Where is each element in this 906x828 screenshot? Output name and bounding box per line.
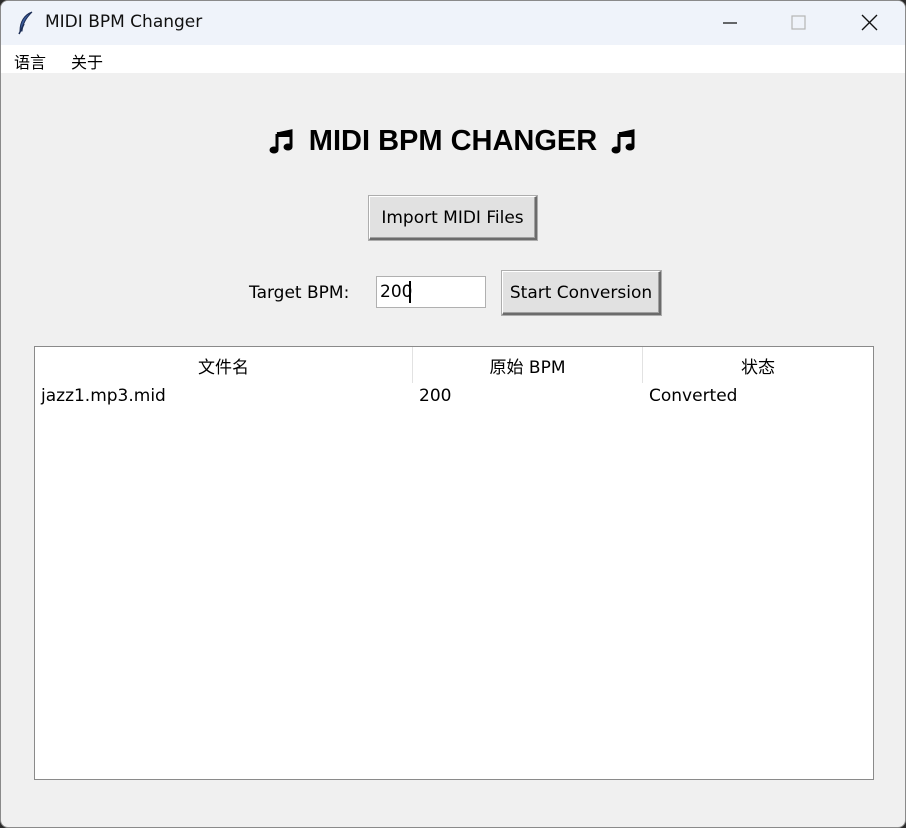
target-bpm-input[interactable] <box>376 276 486 308</box>
window-title: MIDI BPM Changer <box>45 12 203 32</box>
column-header-status[interactable]: 状态 <box>643 347 873 383</box>
music-note-icon <box>269 128 293 153</box>
main-content: MIDI BPM CHANGER Import MIDI Files Targe… <box>1 73 905 827</box>
cell-original-bpm: 200 <box>419 386 452 406</box>
title-bar[interactable]: MIDI BPM Changer <box>1 1 905 45</box>
app-window: MIDI BPM Changer 语言 关于 MIDI BPM CHANGER … <box>0 0 906 828</box>
column-header-original-bpm[interactable]: 原始 BPM <box>413 347 643 383</box>
close-icon <box>861 14 878 31</box>
close-button[interactable] <box>847 1 893 45</box>
column-header-filename[interactable]: 文件名 <box>35 347 413 383</box>
minimize-button[interactable] <box>707 1 753 45</box>
table-row[interactable]: jazz1.mp3.mid 200 Converted <box>35 383 873 411</box>
table-header: 文件名 原始 BPM 状态 <box>35 347 873 383</box>
menu-language[interactable]: 语言 <box>14 49 46 73</box>
feather-icon <box>15 10 37 36</box>
maximize-icon <box>791 15 806 30</box>
page-title: MIDI BPM CHANGER <box>1 125 905 158</box>
menu-bar: 语言 关于 <box>1 45 905 73</box>
file-table[interactable]: 文件名 原始 BPM 状态 jazz1.mp3.mid 200 Converte… <box>34 346 874 780</box>
import-midi-button[interactable]: Import MIDI Files <box>369 196 537 240</box>
cell-filename: jazz1.mp3.mid <box>41 386 166 406</box>
start-conversion-button[interactable]: Start Conversion <box>502 271 661 315</box>
text-caret <box>409 281 411 303</box>
target-bpm-label: Target BPM: <box>249 283 350 303</box>
page-title-text: MIDI BPM CHANGER <box>308 125 598 157</box>
menu-about[interactable]: 关于 <box>71 49 103 73</box>
maximize-button[interactable] <box>775 1 821 45</box>
cell-status: Converted <box>649 386 738 406</box>
minimize-icon <box>723 22 737 24</box>
music-note-icon <box>611 128 635 153</box>
